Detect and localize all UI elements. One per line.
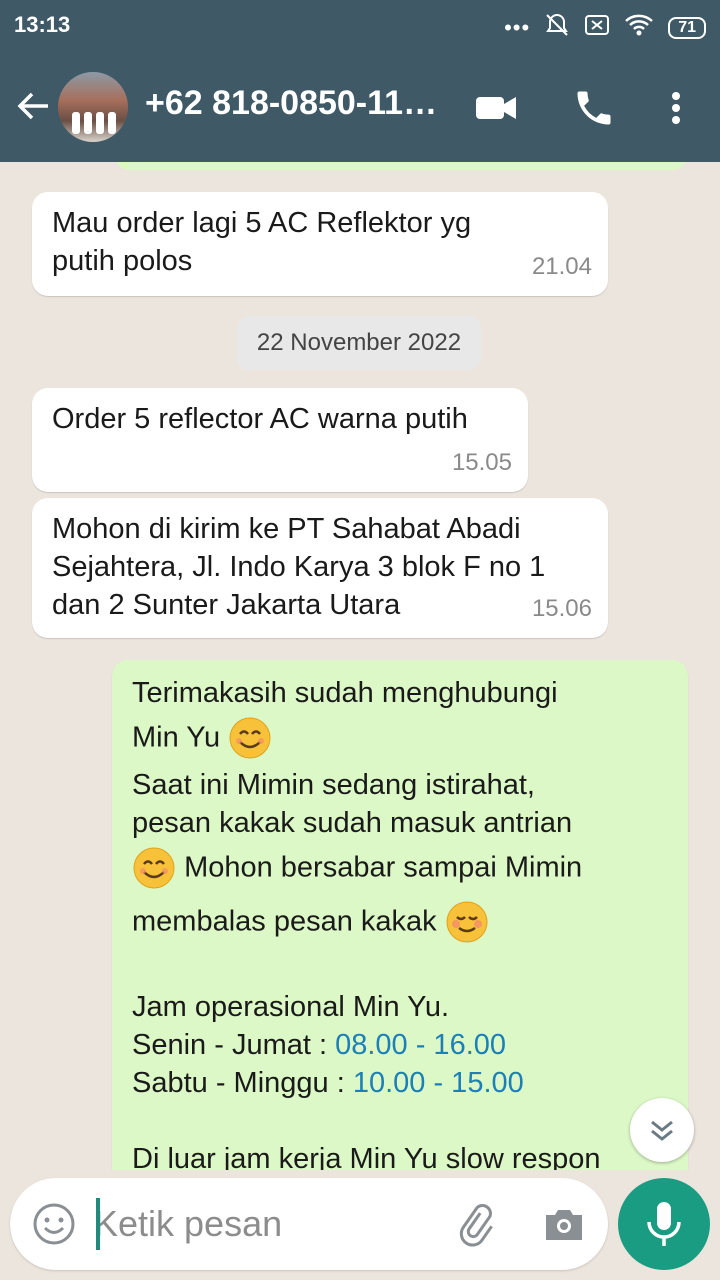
message-bubble[interactable]: Mau order lagi 5 AC Reflektor yg putih p… [32,192,608,296]
auto-reply-bubble[interactable]: Terimakasih sudah menghubungi Min Yu Saa… [112,660,688,1170]
message-text: Di luar jam kerja Min Yu slow respon [132,1143,601,1170]
status-bar: 13:13 ••• 71 [0,0,720,52]
wifi-icon [624,13,654,42]
date-separator: 22 November 2022 [237,316,481,370]
hours-label: Senin - Jumat : [132,1029,336,1061]
more-vert-icon[interactable] [654,86,698,130]
hours-label: Sabtu - Minggu : [132,1067,353,1099]
message-text: Senin - Jumat : 08.00 - 16.00 [132,1026,668,1064]
emoji-icon[interactable] [30,1200,78,1248]
chevron-double-down-icon[interactable] [630,1098,694,1162]
mic-icon[interactable] [618,1178,710,1270]
previous-message-bubble[interactable] [115,162,687,170]
message-text: Saat ini Mimin sedang istirahat, [132,769,535,801]
blushing-emoji-icon [445,900,489,944]
message-text: membalas pesan kakak [132,896,668,950]
video-call-icon[interactable] [474,86,518,130]
status-icons: ••• 71 [504,12,706,43]
message-composer [10,1178,608,1270]
message-text: Mohon bersabar sampai Mimin [184,851,583,884]
message-text: Min Yu [132,712,668,766]
message-text: Terimakasih sudah menghubungi [132,677,558,709]
contact-name[interactable]: +62 818-0850-11… [145,84,437,123]
paperclip-icon[interactable] [452,1200,500,1248]
alarm-off-icon [544,12,570,43]
message-input[interactable] [94,1198,424,1250]
message-text: Order 5 reflector AC warna putih [52,403,468,435]
status-time: 13:13 [14,12,71,37]
sim-icon [584,13,610,42]
message-text: membalas pesan kakak [132,905,437,938]
chat-header: +62 818-0850-11… [0,52,720,162]
message-text: Sabtu - Minggu : 10.00 - 15.00 [132,1064,668,1102]
text-cursor [96,1198,100,1250]
message-text: Mau order lagi 5 AC Reflektor yg [52,207,472,239]
smiling-emoji-icon [228,716,272,760]
message-time: 15.06 [531,595,592,622]
message-text: Sejahtera, Jl. Indo Karya 3 blok F no 1 [52,551,546,583]
message-text: Min Yu [132,721,221,754]
more-notifications-icon: ••• [504,14,531,40]
message-text: dan 2 Sunter Jakarta Utara [52,589,401,621]
phone-icon[interactable] [572,86,616,130]
hours-link[interactable]: 08.00 - 16.00 [335,1029,506,1061]
hours-link[interactable]: 10.00 - 15.00 [353,1067,524,1099]
message-text: Jam operasional Min Yu. [132,991,450,1023]
smiling-emoji-icon [132,846,176,890]
message-bubble[interactable]: Order 5 reflector AC warna putih 15.05 [32,388,528,492]
arrow-left-icon[interactable] [14,86,54,126]
message-time: 15.05 [451,449,512,476]
camera-icon[interactable] [540,1200,588,1248]
chat-area[interactable]: Mau order lagi 5 AC Reflektor yg putih p… [0,162,720,1170]
message-bubble[interactable]: Mohon di kirim ke PT Sahabat Abadi Sejah… [32,498,608,638]
message-time: 21.04 [531,253,592,280]
message-text: putih polos [52,245,193,277]
message-text: Mohon di kirim ke PT Sahabat Abadi [52,513,521,545]
message-text: Mohon bersabar sampai Mimin [132,842,668,896]
avatar[interactable] [58,72,128,142]
battery-indicator: 71 [668,16,706,39]
message-text: pesan kakak sudah masuk antrian [132,807,573,839]
